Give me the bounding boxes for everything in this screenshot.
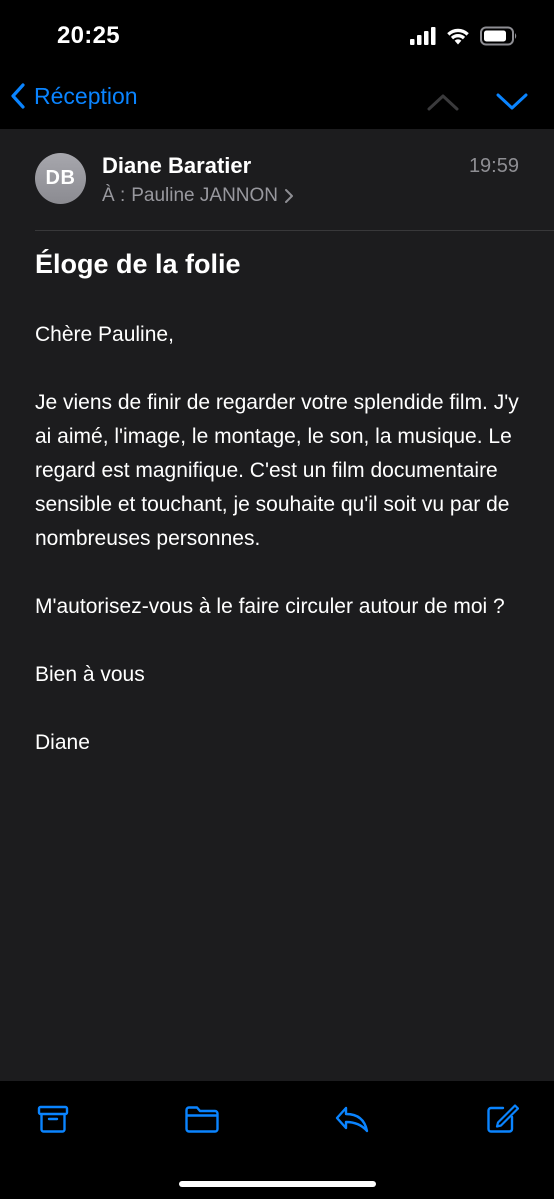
status-icons [410,26,518,46]
archive-button[interactable] [35,1101,71,1137]
sender-name[interactable]: Diane Baratier [102,153,251,179]
avatar-initials: DB [45,167,76,189]
archive-icon [37,1105,69,1133]
body-paragraph: Chère Pauline, [35,323,174,346]
chevron-down-icon [496,93,528,110]
compose-icon [487,1104,519,1133]
status-time: 20:25 [57,22,120,49]
nav-bar: Réception [0,78,554,129]
body-paragraph: Diane [35,731,90,754]
cellular-signal-icon [410,27,436,45]
wifi-icon [447,28,469,45]
recipient-prefix: À : [102,185,126,206]
mail-subject: Éloge de la folie [35,249,241,279]
next-message-button[interactable] [494,84,530,120]
chevron-left-icon [11,83,25,109]
body-paragraph: Je viens de finir de regarder votre sple… [35,391,519,550]
compose-button[interactable] [484,1101,520,1137]
previous-message-button[interactable] [425,84,461,120]
status-bar: 20:25 [0,0,554,78]
body-paragraph: M'autorisez-vous à le faire circuler aut… [35,595,505,618]
battery-icon [480,26,517,46]
back-button[interactable]: Réception [10,82,138,110]
reply-button[interactable] [334,1101,370,1137]
reply-icon [335,1106,369,1133]
home-indicator[interactable] [179,1181,376,1187]
recipient-name: Pauline JANNON [131,185,279,206]
chevron-right-icon [285,189,294,203]
mail-content: DB Diane Baratier 19:59 À : Pauline JANN… [0,129,554,1081]
mail-time: 19:59 [468,155,519,177]
mail-body: Chère Pauline, Je viens de finir de rega… [35,318,525,794]
bottom-toolbar [0,1081,554,1199]
move-to-folder-button[interactable] [184,1101,220,1137]
chevron-up-icon [427,94,459,111]
back-label: Réception [34,82,138,109]
sender-avatar[interactable]: DB [35,153,86,204]
folder-icon [185,1106,219,1133]
header-divider [35,230,554,231]
body-paragraph: Bien à vous [35,663,145,686]
recipient-row[interactable]: À : Pauline JANNON [102,185,294,207]
